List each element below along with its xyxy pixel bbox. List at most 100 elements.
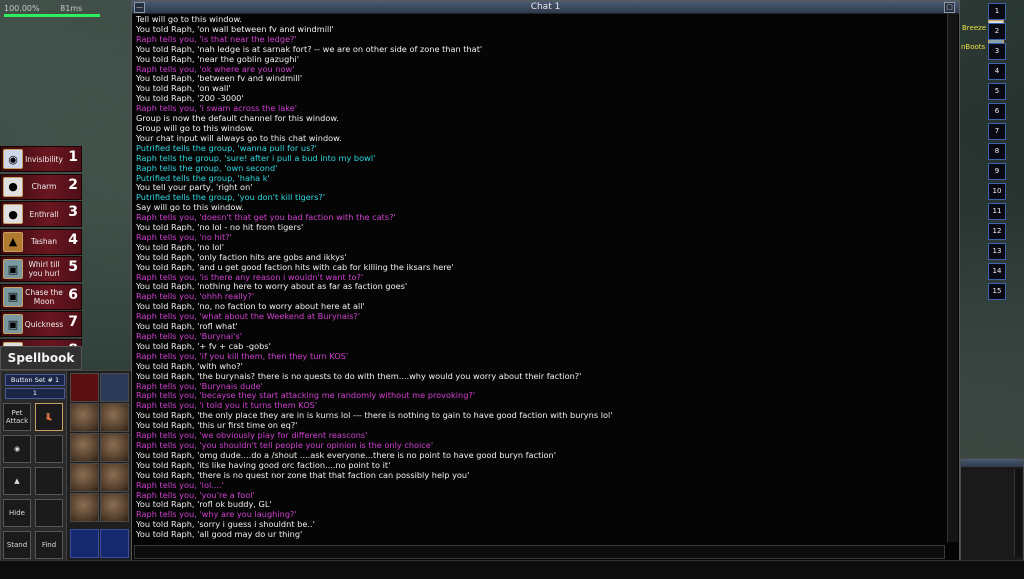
spellbook-button[interactable]: Spellbook	[0, 346, 82, 370]
spell-gem[interactable]: ▣ Chase the Moon 6	[0, 283, 82, 310]
inventory-slot[interactable]	[100, 463, 129, 492]
chat-line: Raph tells you, 'i'm laughing because yo…	[136, 539, 946, 541]
spell-name: Enthrall	[29, 209, 59, 219]
empty-hotbutton[interactable]	[35, 435, 63, 463]
spell-gem[interactable]: ▣ Quickness 7	[0, 311, 82, 337]
spell-name: Whirl till you hurl	[28, 260, 60, 278]
inventory-slot[interactable]	[70, 493, 99, 522]
hide-button[interactable]: Hide	[3, 499, 31, 527]
hotkey-button[interactable]: 5	[988, 83, 1006, 100]
spell-gem-number: 4	[68, 231, 78, 248]
hotkey-button[interactable]: 2	[988, 23, 1006, 40]
pet-attack-button[interactable]: Pet Attack	[3, 403, 31, 431]
button-set-number[interactable]: 1	[5, 388, 65, 399]
spell-gem[interactable]: ▣ Whirl till you hurl 5	[0, 256, 82, 282]
head-icon[interactable]: ◉	[3, 435, 31, 463]
hotkey-button[interactable]: 12	[988, 223, 1006, 240]
chat-input[interactable]	[134, 545, 945, 559]
spell-gem-number: 1	[68, 149, 78, 165]
boot-icon[interactable]: 👢	[35, 403, 63, 431]
chat-line: You told Raph, 'rofl what'	[136, 321, 238, 332]
inventory-slot[interactable]	[70, 403, 99, 432]
hotkey-button[interactable]: 11	[988, 203, 1006, 220]
boot-icon: ▣	[3, 259, 23, 279]
chat-line: Raph tells you, 'what about the Weekend …	[136, 311, 361, 322]
inventory-slot[interactable]	[70, 433, 99, 462]
hotkey-button[interactable]: 3	[988, 43, 1006, 60]
empty-hotbutton[interactable]	[35, 499, 63, 527]
chat-line: You told Raph, 'no lol - no hit from tig…	[136, 222, 304, 233]
boots-label: nBoots	[961, 43, 986, 51]
chat-line: You told Raph, 'nothing here to worry ab…	[136, 281, 408, 292]
chat-line: Raph tells you, 'lol....'	[136, 479, 224, 490]
chat-line: Putrified tells the group, 'you don't ki…	[136, 192, 325, 203]
secondary-chat-window	[960, 458, 1024, 562]
spell-name: Chase the Moon	[25, 287, 63, 306]
hotkey-button[interactable]: 10	[988, 183, 1006, 200]
boot-icon: ▣	[3, 286, 23, 307]
breeze-label: Breeze	[962, 24, 987, 32]
hotkey-button[interactable]: 14	[988, 263, 1006, 280]
inventory-slot[interactable]	[100, 529, 129, 558]
inventory-slot[interactable]	[70, 463, 99, 492]
chat-line: You told Raph, 'between fv and windmill'	[136, 73, 303, 84]
spell-name: Charm	[31, 182, 57, 191]
head-icon: ●	[3, 204, 23, 224]
chat-title: Chat 1	[530, 2, 561, 12]
health-percent: 100.00%	[4, 4, 40, 13]
inventory-slot[interactable]	[100, 403, 129, 432]
hotkey-button[interactable]: 8	[988, 143, 1006, 160]
hotkey-button[interactable]: 6	[988, 103, 1006, 120]
hotkey-button[interactable]: 13	[988, 243, 1006, 260]
spell-gem[interactable]: ◉ Invisibility 1	[0, 146, 82, 172]
chat-line: Raph tells you, 'if you kill them, then …	[136, 350, 349, 361]
inventory-slot[interactable]	[100, 373, 129, 402]
spell-gem[interactable]: ● Enthrall 3	[0, 201, 82, 227]
hotbutton-panel: Button Set # 1 1 Pet Attack 👢 ◉ ▲ Hide S…	[0, 370, 68, 562]
spell-name: Quickness	[24, 319, 64, 329]
inventory-slot[interactable]	[70, 373, 99, 402]
health-bar	[4, 14, 100, 17]
hotkey-button[interactable]: 9	[988, 163, 1006, 180]
spell-gem[interactable]: ▲ Tashan 4	[0, 228, 82, 255]
hotkey-button[interactable]: 15	[988, 283, 1006, 300]
chat-scrollbar[interactable]	[947, 14, 958, 542]
spell-gem[interactable]: ● Charm 2	[0, 173, 82, 200]
hotkey-button[interactable]: 7	[988, 123, 1006, 140]
latency-readout: 81ms	[60, 4, 83, 13]
inventory-slot[interactable]	[70, 529, 99, 558]
hotkey-button[interactable]: 1	[988, 3, 1006, 20]
beast-icon[interactable]: ▲	[3, 467, 31, 495]
empty-hotbutton[interactable]	[35, 467, 63, 495]
stand-button[interactable]: Stand	[3, 531, 31, 559]
spell-name: Invisibility	[25, 154, 63, 164]
boot-icon: ▣	[3, 314, 23, 334]
chat-line: Raph tells you, 'no hit?'	[136, 231, 232, 242]
bottom-bar	[0, 560, 1024, 579]
chat-line: You told Raph, 'there is no quest nor zo…	[136, 469, 470, 480]
chat-line: Putrified tells the group, 'haha k'	[136, 172, 270, 183]
spell-gem-bar: ◉ Invisibility 1 ● Charm 2 ● Enthrall 3 ▲ Tashan 4 ▣…	[0, 146, 82, 366]
button-set-label[interactable]: Button Set # 1	[5, 374, 65, 386]
find-button[interactable]: Find	[35, 531, 63, 559]
chat-log: Tell will go to this window. You told Rap…	[136, 15, 946, 541]
spell-gem-number: 6	[68, 286, 78, 303]
secondary-titlebar[interactable]	[961, 459, 1023, 467]
spell-gem-number: 7	[68, 314, 78, 330]
inventory-slot[interactable]	[100, 433, 129, 462]
inventory-panel	[66, 370, 132, 562]
spell-name: Tashan	[31, 237, 57, 246]
hotkey-column: 1 2 3 4 5 6 7 8 9 10 11 12 13 14 15	[986, 0, 1006, 302]
chat-line: Group is now the default channel for thi…	[136, 113, 339, 124]
inventory-slot[interactable]	[100, 493, 129, 522]
hotkey-button[interactable]: 4	[988, 63, 1006, 80]
chat-titlebar[interactable]: — Chat 1 □	[132, 1, 959, 14]
eye-icon: ◉	[3, 149, 23, 169]
chat-line: You told Raph, 'on wall'	[136, 83, 231, 94]
spell-gem-number: 5	[68, 259, 78, 275]
health-bar-fill	[4, 14, 100, 17]
beast-icon: ▲	[3, 231, 23, 252]
close-icon[interactable]: □	[944, 2, 955, 13]
secondary-scrollbar[interactable]	[1014, 469, 1022, 557]
player-status: 100.00% 81ms	[4, 4, 100, 13]
